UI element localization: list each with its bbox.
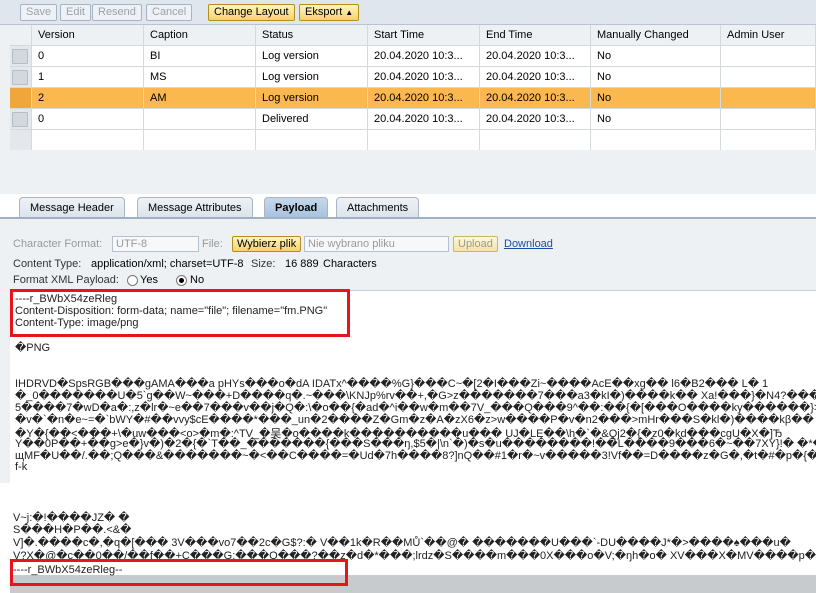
payload-line: �PNG — [15, 342, 51, 354]
format-xml-no-label: No — [190, 274, 205, 286]
cell-version: 0 — [32, 109, 144, 130]
empty-cell — [480, 130, 591, 151]
content-type-value: application/xml; charset=UTF-8 — [91, 258, 244, 270]
cell-end-time: 20.04.2020 10:3... — [480, 109, 591, 130]
column-header-admin-user[interactable]: Admin User — [721, 25, 816, 46]
grid-empty-area — [0, 150, 816, 194]
cell-start-time: 20.04.2020 10:3... — [368, 88, 480, 109]
column-header-status[interactable]: Status — [256, 25, 368, 46]
screenshot-gap — [0, 483, 816, 511]
tab-message-attributes[interactable]: Message Attributes — [137, 197, 253, 218]
empty-cell — [144, 130, 256, 151]
empty-cell — [591, 130, 721, 151]
column-header-start-time[interactable]: Start Time — [368, 25, 480, 46]
column-header-version[interactable]: Version — [32, 25, 144, 46]
select-all-cell[interactable] — [10, 25, 32, 46]
table-row-empty — [10, 130, 816, 151]
cell-start-time: 20.04.2020 10:3... — [368, 109, 480, 130]
row-selector[interactable] — [10, 88, 32, 109]
empty-cell — [368, 130, 480, 151]
export-button[interactable]: Eksport ▲ — [299, 4, 360, 21]
cell-version: 2 — [32, 88, 144, 109]
cell-status: Log version — [256, 67, 368, 88]
cell-manually-changed: No — [591, 46, 721, 67]
empty-cell — [721, 130, 816, 151]
character-format-label: Character Format: — [13, 238, 103, 250]
column-header-end-time[interactable]: End Time — [480, 25, 591, 46]
cell-caption: MS — [144, 67, 256, 88]
change-layout-button[interactable]: Change Layout — [208, 4, 295, 21]
download-link[interactable]: Download — [504, 238, 553, 250]
caret-down-icon: ▲ — [345, 8, 354, 17]
cell-status: Log version — [256, 46, 368, 67]
table-row[interactable]: 0 Delivered 20.04.2020 10:3... 20.04.202… — [10, 109, 816, 130]
row-selector[interactable] — [10, 109, 32, 130]
cell-admin-user — [721, 46, 816, 67]
cell-start-time: 20.04.2020 10:3... — [368, 67, 480, 88]
size-value: 16 889 — [285, 258, 319, 270]
choose-file-button[interactable]: Wybierz plik — [232, 236, 302, 252]
payload-line: щMF�U��/.��;Q���&�������~�<��C����=�Ud�7… — [15, 450, 816, 462]
cell-end-time: 20.04.2020 10:3... — [480, 88, 591, 109]
cell-manually-changed: No — [591, 109, 721, 130]
export-label: Eksport — [305, 6, 343, 18]
size-unit: Characters — [323, 258, 377, 270]
character-format-field[interactable]: UTF-8 — [112, 236, 199, 252]
empty-cell — [32, 130, 144, 151]
column-header-caption[interactable]: Caption — [144, 25, 256, 46]
table-row[interactable]: 0 BI Log version 20.04.2020 10:3... 20.0… — [10, 46, 816, 67]
resend-button[interactable]: Resend — [92, 4, 142, 21]
tab-message-header[interactable]: Message Header — [19, 197, 125, 218]
empty-cell — [256, 130, 368, 151]
payload-line: f-k — [15, 461, 28, 473]
cell-admin-user — [721, 67, 816, 88]
format-xml-label: Format XML Payload: — [13, 274, 119, 286]
row-selector[interactable] — [10, 67, 32, 88]
cell-status: Log version — [256, 88, 368, 109]
format-xml-yes-radio[interactable] — [127, 275, 138, 286]
column-header-manually-changed[interactable]: Manually Changed — [591, 25, 721, 46]
cell-admin-user — [721, 109, 816, 130]
cell-version: 0 — [32, 46, 144, 67]
table-row-selected[interactable]: 2 AM Log version 20.04.2020 10:3... 20.0… — [10, 88, 816, 109]
format-xml-no-radio[interactable] — [176, 275, 187, 286]
cell-admin-user — [721, 88, 816, 109]
toolbar: Save Edit Resend Cancel Change Layout Ek… — [0, 0, 816, 25]
tab-payload[interactable]: Payload — [264, 197, 329, 218]
cell-caption: BI — [144, 46, 256, 67]
save-button[interactable]: Save — [20, 4, 58, 21]
payload-line: V]�.����c�,�q�[��� 3V���vo7��2c�G$?:� V�… — [13, 537, 791, 549]
highlight-box-boundary — [10, 559, 348, 586]
cell-end-time: 20.04.2020 10:3... — [480, 46, 591, 67]
content-type-label: Content Type: — [13, 258, 82, 270]
cell-manually-changed: No — [591, 67, 721, 88]
cell-version: 1 — [32, 67, 144, 88]
payload-line: S���H�P��.<&� — [13, 524, 132, 536]
cell-caption — [144, 109, 256, 130]
cell-start-time: 20.04.2020 10:3... — [368, 46, 480, 67]
file-name-field: Nie wybrano pliku — [304, 236, 449, 252]
table-row[interactable]: 1 MS Log version 20.04.2020 10:3... 20.0… — [10, 67, 816, 88]
upload-button[interactable]: Upload — [453, 236, 498, 252]
cell-manually-changed: No — [591, 88, 721, 109]
edit-button[interactable]: Edit — [60, 4, 91, 21]
grid-left-gutter — [0, 25, 10, 150]
format-xml-yes-label: Yes — [140, 274, 158, 286]
cell-caption: AM — [144, 88, 256, 109]
row-selector[interactable] — [10, 46, 32, 67]
cancel-button[interactable]: Cancel — [146, 4, 193, 21]
row-selector — [10, 130, 32, 151]
highlight-box-header — [10, 289, 350, 337]
size-label: Size: — [251, 258, 276, 270]
cell-status: Delivered — [256, 109, 368, 130]
file-label: File: — [202, 238, 223, 250]
cell-end-time: 20.04.2020 10:3... — [480, 67, 591, 88]
tab-attachments[interactable]: Attachments — [336, 197, 420, 218]
table-header: Version Caption Status Start Time End Ti… — [10, 25, 816, 46]
